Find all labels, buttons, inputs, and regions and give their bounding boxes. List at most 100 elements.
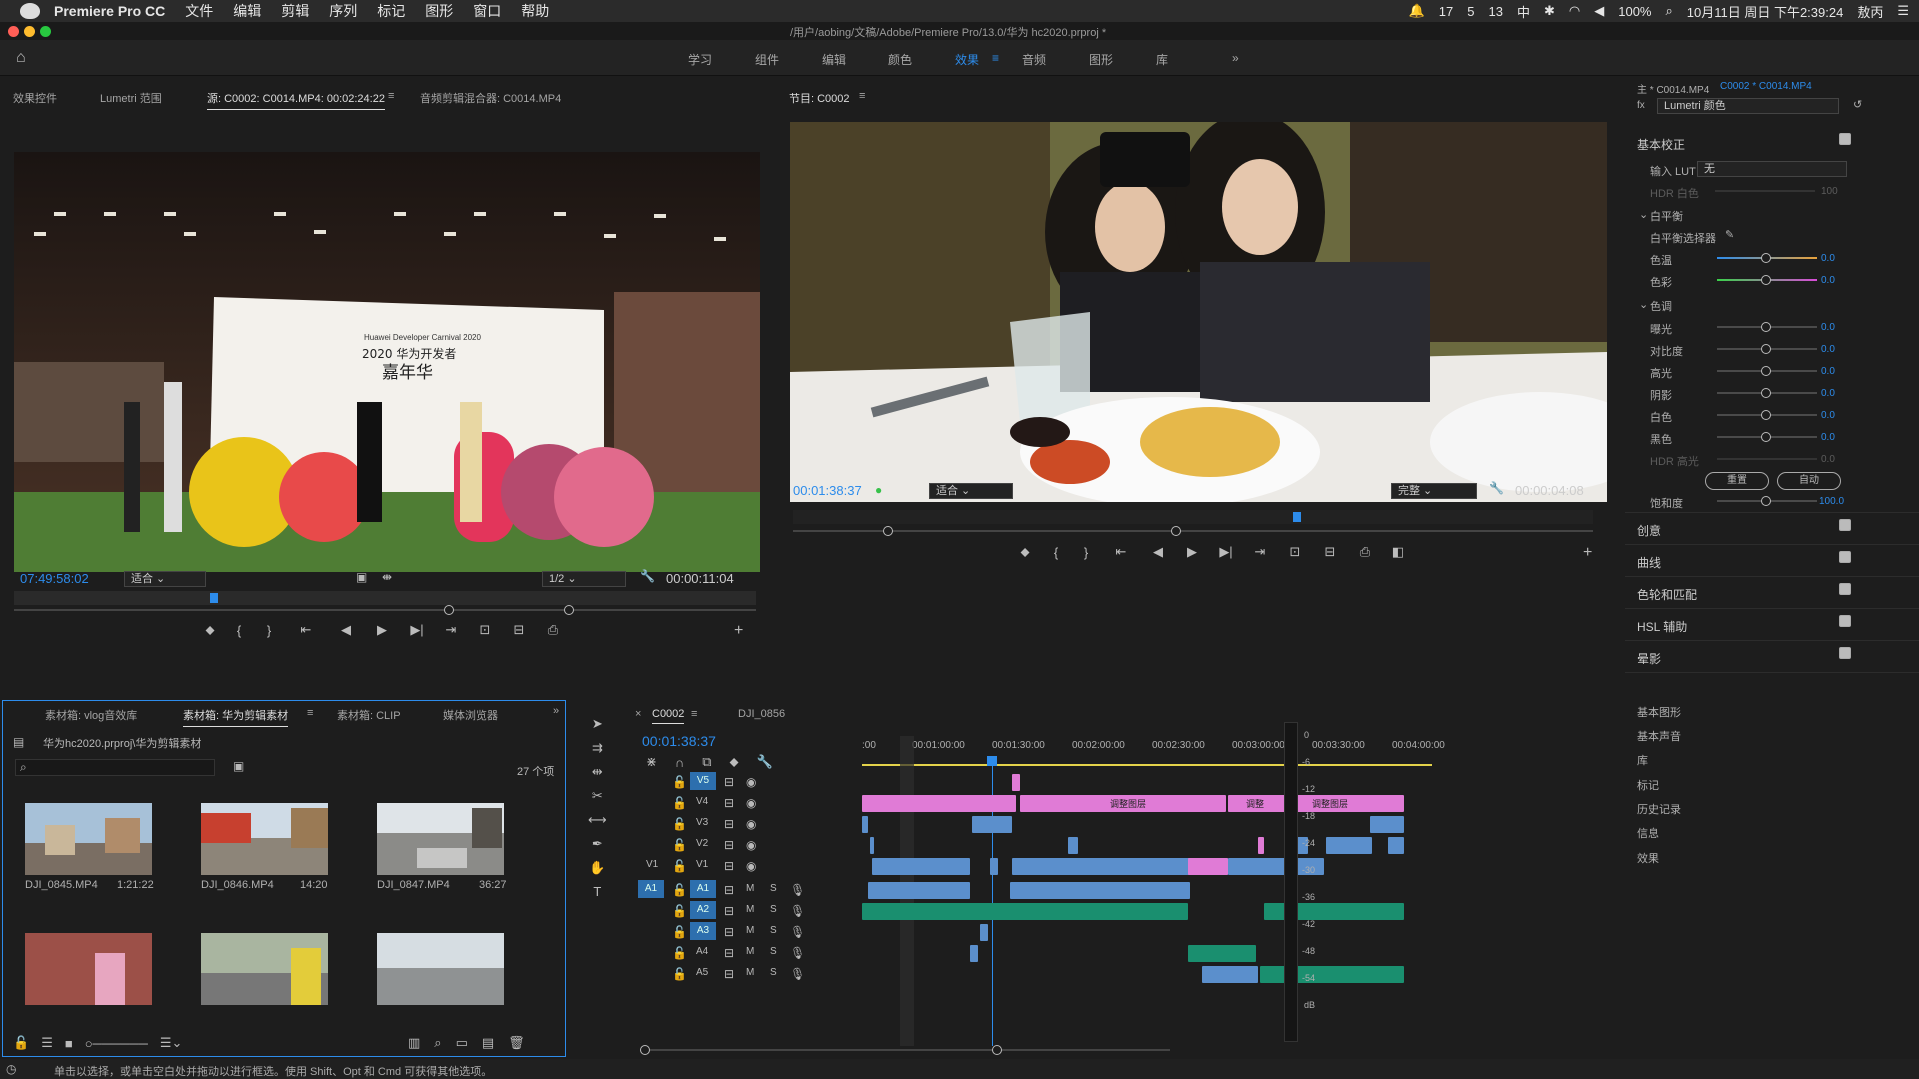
lock-track-icon[interactable]: 🔓 bbox=[672, 967, 687, 981]
program-add-button-icon[interactable]: + bbox=[1583, 544, 1592, 562]
source-zoom-handle-left[interactable] bbox=[444, 605, 454, 615]
menu-window[interactable]: 窗口 bbox=[473, 1, 501, 21]
solo-button[interactable]: S bbox=[770, 883, 777, 894]
clip[interactable] bbox=[990, 858, 998, 875]
track-label-v5[interactable]: V5 bbox=[690, 772, 716, 790]
send-badge[interactable]: 13 bbox=[1489, 4, 1503, 19]
home-icon[interactable]: ⌂ bbox=[16, 49, 26, 67]
color-wheels-enable-checkbox[interactable] bbox=[1839, 583, 1851, 595]
mute-button[interactable]: M bbox=[746, 904, 754, 915]
sync-lock-icon[interactable]: ⊟ bbox=[724, 817, 734, 831]
program-time-ruler[interactable] bbox=[793, 510, 1593, 524]
program-quality-select[interactable]: 完整 ⌄ bbox=[1391, 483, 1477, 499]
export-frame-icon[interactable]: ⎙ bbox=[536, 622, 570, 638]
new-search-bin-icon[interactable]: ▣ bbox=[233, 759, 244, 773]
overwrite-icon[interactable]: ⊟ bbox=[502, 622, 536, 638]
work-area-bar[interactable] bbox=[862, 764, 1432, 766]
clip[interactable] bbox=[1012, 774, 1020, 791]
source-safe-margins-icon[interactable]: ▣ bbox=[356, 570, 367, 584]
lock-track-icon[interactable]: 🔓 bbox=[672, 883, 687, 897]
program-video-frame[interactable] bbox=[790, 122, 1607, 502]
eye-icon[interactable]: ◉ bbox=[746, 838, 756, 852]
tint-value[interactable]: 0.0 bbox=[1821, 275, 1835, 286]
snap-icon[interactable]: ∩ bbox=[675, 755, 684, 770]
timeline-scroll-bar[interactable] bbox=[640, 1045, 1170, 1055]
slip-tool-icon[interactable]: ⟷ bbox=[588, 812, 607, 828]
mute-button[interactable]: M bbox=[746, 946, 754, 957]
tab-effect-controls[interactable]: 效果控件 bbox=[13, 90, 57, 106]
clip[interactable] bbox=[1370, 816, 1404, 833]
curves-enable-checkbox[interactable] bbox=[1839, 551, 1851, 563]
hdr-white-slider[interactable] bbox=[1715, 190, 1815, 192]
eyedropper-icon[interactable]: ✎ bbox=[1725, 228, 1734, 241]
section-basic[interactable]: 基本校正 bbox=[1637, 136, 1685, 153]
clear-icon[interactable]: 🗑 bbox=[508, 1035, 525, 1051]
search-icon[interactable]: ⌕ bbox=[1665, 3, 1672, 19]
source-zoom-bar[interactable] bbox=[14, 605, 756, 615]
program-zoom-bar[interactable] bbox=[793, 526, 1593, 536]
clip[interactable] bbox=[862, 816, 868, 833]
tone-chevron-icon[interactable]: ⌄ bbox=[1639, 298, 1648, 311]
bin-thumb-4[interactable] bbox=[201, 933, 328, 1005]
tab-bin-vlog[interactable]: 素材箱: vlog音效库 bbox=[45, 707, 137, 723]
voice-over-icon[interactable]: 🎙 bbox=[790, 946, 805, 960]
bin-thumb-3[interactable] bbox=[25, 933, 152, 1005]
clip[interactable] bbox=[1068, 837, 1078, 854]
timeline-scroll-handle-left[interactable] bbox=[640, 1045, 650, 1055]
tab-audio-clip-mixer[interactable]: 音频剪辑混合器: C0014.MP4 bbox=[420, 90, 561, 106]
source-zoom-handle-right[interactable] bbox=[564, 605, 574, 615]
lock-track-icon[interactable]: 🔓 bbox=[672, 859, 687, 873]
program-mark-out-icon[interactable]: } bbox=[1071, 545, 1101, 560]
clip[interactable] bbox=[1388, 837, 1404, 854]
workspace-learn[interactable]: 学习 bbox=[688, 51, 712, 68]
comparison-view-icon[interactable]: ◧ bbox=[1383, 544, 1413, 560]
control-center-icon[interactable]: ☰ bbox=[1897, 3, 1909, 19]
clip[interactable] bbox=[1258, 837, 1264, 854]
tab-sequence-c0002[interactable]: C0002 bbox=[652, 708, 685, 724]
sort-icon[interactable]: ☰⌄ bbox=[160, 1035, 183, 1051]
workspace-effects[interactable]: 效果 bbox=[955, 51, 979, 68]
mute-button[interactable]: M bbox=[746, 967, 754, 978]
bin-more-icon[interactable]: » bbox=[553, 705, 559, 717]
new-bin-icon[interactable]: ▭ bbox=[456, 1035, 468, 1051]
hdr-highlights-value[interactable]: 0.0 bbox=[1821, 454, 1835, 465]
tint-knob[interactable] bbox=[1761, 275, 1771, 285]
timeline-tracks[interactable]: 调整图层 调整图层 调整图层 bbox=[862, 772, 1430, 988]
program-play-icon[interactable]: ▶ bbox=[1175, 544, 1209, 560]
highlights-value[interactable]: 0.0 bbox=[1821, 366, 1835, 377]
mute-button[interactable]: M bbox=[746, 925, 754, 936]
lock-track-icon[interactable]: 🔓 bbox=[672, 817, 687, 831]
audio-clip[interactable] bbox=[980, 924, 988, 941]
workspace-assembly[interactable]: 组件 bbox=[755, 51, 779, 68]
wifi-icon[interactable]: ◠ bbox=[1569, 3, 1580, 19]
clip[interactable] bbox=[872, 858, 970, 875]
tab-bin-clip[interactable]: 素材箱: CLIP bbox=[337, 707, 401, 723]
clip[interactable] bbox=[1326, 837, 1372, 854]
timeline-close-icon[interactable]: × bbox=[635, 708, 641, 720]
workspace-audio[interactable]: 音频 bbox=[1022, 51, 1046, 68]
bin-search-input[interactable]: ⌕ bbox=[15, 759, 215, 776]
adjustment-clip[interactable] bbox=[862, 795, 1016, 812]
lock-track-icon[interactable]: 🔓 bbox=[672, 775, 687, 789]
track-label-a4[interactable]: A4 bbox=[696, 946, 708, 957]
source-resolution-select[interactable]: 1/2 ⌄ bbox=[542, 571, 626, 587]
sequence-menu-icon[interactable]: ≡ bbox=[691, 708, 697, 720]
timeline-scroll-handle-right[interactable] bbox=[992, 1045, 1002, 1055]
track-label-a5[interactable]: A5 bbox=[696, 967, 708, 978]
bin-menu-icon[interactable]: ≡ bbox=[307, 707, 313, 719]
highlights-knob[interactable] bbox=[1761, 366, 1771, 376]
contrast-knob[interactable] bbox=[1761, 344, 1771, 354]
section-tone[interactable]: 色调 bbox=[1650, 298, 1672, 314]
voice-over-icon[interactable]: 🎙 bbox=[790, 904, 805, 918]
temperature-value[interactable]: 0.0 bbox=[1821, 253, 1835, 264]
source-playhead-timecode[interactable]: 07:49:58:02 bbox=[20, 571, 89, 586]
whites-value[interactable]: 0.0 bbox=[1821, 410, 1835, 421]
mark-in-icon[interactable]: { bbox=[224, 623, 254, 638]
app-menu[interactable]: Premiere Pro CC bbox=[54, 3, 165, 19]
source-menu-icon[interactable]: ≡ bbox=[388, 90, 394, 102]
zoom-window-button[interactable] bbox=[40, 26, 51, 37]
blacks-knob[interactable] bbox=[1761, 432, 1771, 442]
sync-lock-icon[interactable]: ⊟ bbox=[724, 904, 734, 918]
eye-icon[interactable]: ◉ bbox=[746, 859, 756, 873]
source-add-button-icon[interactable]: + bbox=[734, 622, 743, 640]
